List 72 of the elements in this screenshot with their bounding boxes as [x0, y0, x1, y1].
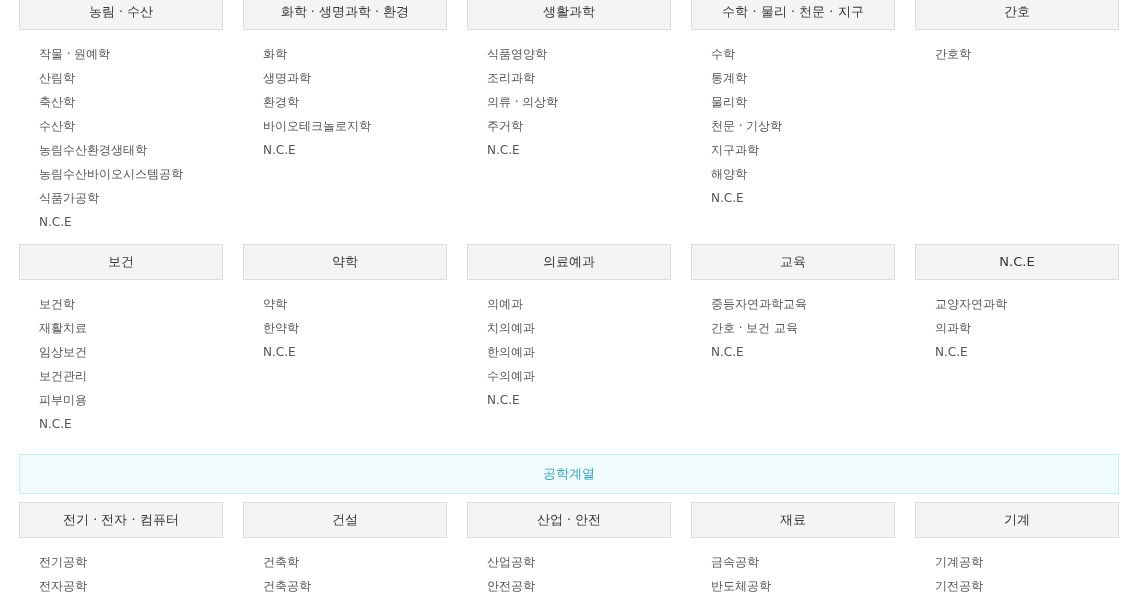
major-link[interactable]: 안전공학 — [487, 574, 535, 598]
major-link[interactable]: N.C.E — [711, 186, 744, 210]
major-link[interactable]: 축산학 — [39, 90, 75, 114]
major-link[interactable]: 통계학 — [711, 66, 747, 90]
major-link[interactable]: 수산학 — [39, 114, 75, 138]
category-header: 간호 — [915, 0, 1119, 30]
category-header: 교육 — [691, 244, 895, 280]
major-link[interactable]: 의류 · 의상학 — [487, 90, 559, 114]
category-header: 생활과학 — [467, 0, 671, 30]
major-link[interactable]: 임상보건 — [39, 340, 87, 364]
major-link[interactable]: 생명과학 — [263, 66, 311, 90]
major-link[interactable]: 중등자연과학교육 — [711, 292, 807, 316]
major-link[interactable]: 해양학 — [711, 162, 747, 186]
major-link[interactable]: N.C.E — [935, 340, 968, 364]
major-link[interactable]: 농림수산바이오시스템공학 — [39, 162, 183, 186]
major-link[interactable]: 지구과학 — [711, 138, 759, 162]
major-link[interactable]: 수의예과 — [487, 364, 535, 388]
major-link[interactable]: N.C.E — [487, 388, 520, 412]
major-link[interactable]: 의과학 — [935, 316, 971, 340]
major-link[interactable]: 보건관리 — [39, 364, 87, 388]
category-header: 의료예과 — [467, 244, 671, 280]
major-link[interactable]: 반도체공학 — [711, 574, 771, 598]
major-link[interactable]: N.C.E — [263, 340, 296, 364]
major-link[interactable]: 한의예과 — [487, 340, 535, 364]
major-link[interactable]: 식품가공학 — [39, 186, 99, 210]
major-link[interactable]: 한약학 — [263, 316, 299, 340]
major-link[interactable]: 화학 — [263, 42, 287, 66]
category-header: 기계 — [915, 502, 1119, 538]
major-link[interactable]: 건축학 — [263, 550, 299, 574]
major-link[interactable]: 산림학 — [39, 66, 75, 90]
category-header: 건설 — [243, 502, 447, 538]
major-link[interactable]: 의예과 — [487, 292, 523, 316]
major-link[interactable]: 조리과학 — [487, 66, 535, 90]
major-link[interactable]: 수학 — [711, 42, 735, 66]
major-link[interactable]: 기전공학 — [935, 574, 983, 598]
major-link[interactable]: N.C.E — [263, 138, 296, 162]
major-link[interactable]: 간호 · 보건 교육 — [711, 316, 799, 340]
major-link[interactable]: N.C.E — [39, 210, 72, 234]
category-header: 산업 · 안전 — [467, 502, 671, 538]
category-header: 전기 · 전자 · 컴퓨터 — [19, 502, 223, 538]
major-link[interactable]: 환경학 — [263, 90, 299, 114]
major-link[interactable]: 교양자연과학 — [935, 292, 1007, 316]
major-link[interactable]: 전기공학 — [39, 550, 87, 574]
major-link[interactable]: N.C.E — [711, 340, 744, 364]
category-header: 약학 — [243, 244, 447, 280]
major-link[interactable]: N.C.E — [39, 412, 72, 436]
major-link[interactable]: 금속공학 — [711, 550, 759, 574]
major-link[interactable]: 식품영양학 — [487, 42, 547, 66]
major-link[interactable]: 작물 · 원예학 — [39, 42, 111, 66]
major-link[interactable]: 치의예과 — [487, 316, 535, 340]
category-header: 화학 · 생명과학 · 환경 — [243, 0, 447, 30]
category-header: 재료 — [691, 502, 895, 538]
major-link[interactable]: 기계공학 — [935, 550, 983, 574]
field-banner: 공학계열 — [19, 454, 1119, 494]
major-link[interactable]: 피부미용 — [39, 388, 87, 412]
major-link[interactable]: N.C.E — [487, 138, 520, 162]
major-link[interactable]: 농림수산환경생태학 — [39, 138, 147, 162]
major-link[interactable]: 보건학 — [39, 292, 75, 316]
category-header: 보건 — [19, 244, 223, 280]
major-link[interactable]: 재활치료 — [39, 316, 87, 340]
major-link[interactable]: 전자공학 — [39, 574, 87, 598]
major-link[interactable]: 건축공학 — [263, 574, 311, 598]
category-header: N.C.E — [915, 244, 1119, 280]
major-link[interactable]: 산업공학 — [487, 550, 535, 574]
major-link[interactable]: 간호학 — [935, 42, 971, 66]
category-header: 수학 · 물리 · 천문 · 지구 — [691, 0, 895, 30]
category-header: 농림 · 수산 — [19, 0, 223, 30]
major-link[interactable]: 바이오테크놀로지학 — [263, 114, 371, 138]
major-link[interactable]: 주거학 — [487, 114, 523, 138]
major-link[interactable]: 약학 — [263, 292, 287, 316]
major-link[interactable]: 천문 · 기상학 — [711, 114, 783, 138]
major-link[interactable]: 물리학 — [711, 90, 747, 114]
